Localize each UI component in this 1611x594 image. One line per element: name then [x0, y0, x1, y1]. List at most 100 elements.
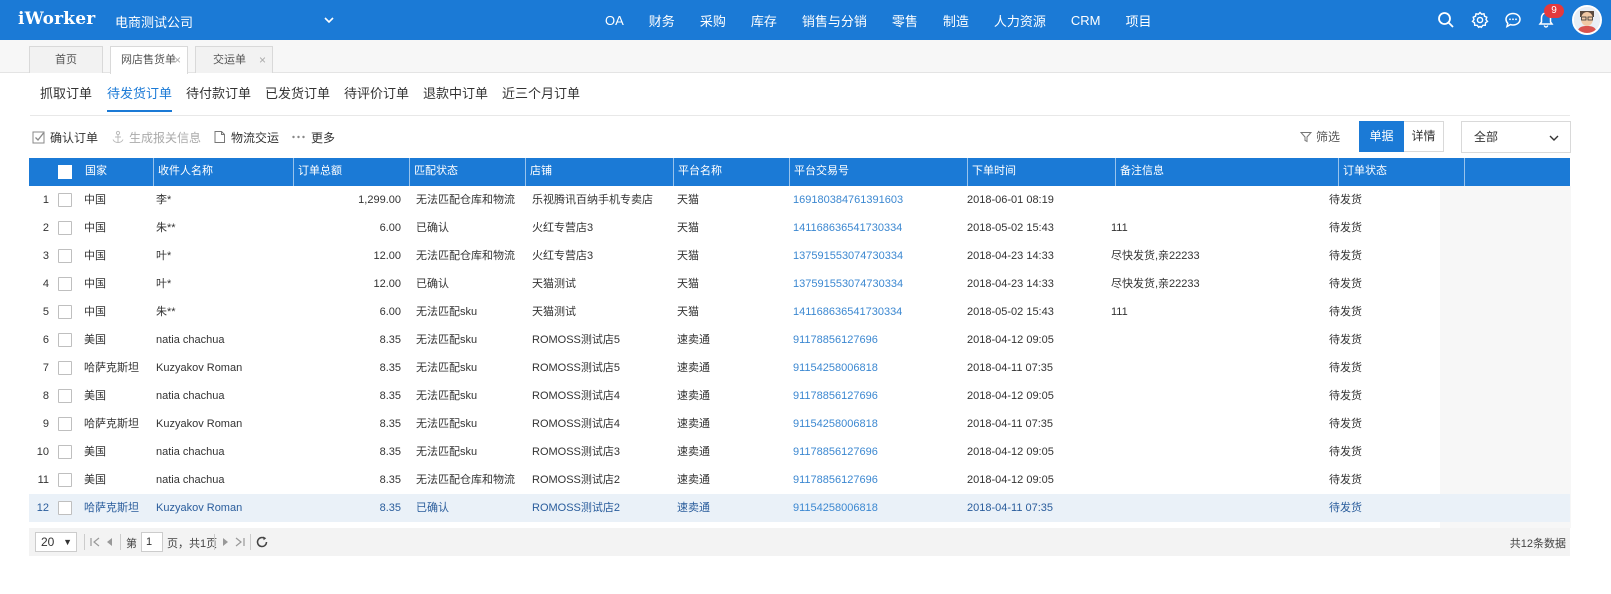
- gear-icon[interactable]: [1471, 11, 1489, 29]
- row-checkbox[interactable]: [58, 361, 72, 375]
- chat-icon[interactable]: [1504, 11, 1522, 29]
- nav-item-oa[interactable]: OA: [605, 13, 624, 28]
- column-header-amount[interactable]: 订单总额: [294, 158, 410, 186]
- cell-platform: 天猫: [677, 278, 699, 290]
- row-checkbox[interactable]: [58, 333, 72, 347]
- avatar[interactable]: [1572, 5, 1602, 35]
- generate-customs-button[interactable]: 生成报关信息: [111, 128, 201, 146]
- cell-order-status: 待发货: [1329, 222, 1362, 234]
- tab-shipped[interactable]: 已发货订单: [265, 83, 330, 102]
- confirm-order-button[interactable]: 确认订单: [32, 128, 98, 146]
- view-detail-toggle[interactable]: 详情: [1404, 121, 1444, 152]
- refresh-icon[interactable]: [255, 535, 269, 549]
- trade-number-link[interactable]: 91154258006818: [793, 354, 967, 382]
- nav-item-hr[interactable]: 人力资源: [994, 11, 1046, 30]
- tab-last-three-months[interactable]: 近三个月订单: [502, 83, 580, 102]
- nav-item-manufacturing[interactable]: 制造: [943, 11, 969, 30]
- row-checkbox[interactable]: [58, 277, 72, 291]
- page-number-input[interactable]: 1: [141, 532, 163, 552]
- company-name[interactable]: 电商测试公司: [115, 12, 193, 31]
- nav-item-purchase[interactable]: 采购: [700, 11, 726, 30]
- cell-match-status: 无法匹配sku: [416, 390, 478, 402]
- cell-recipient: natia chachua: [156, 334, 225, 346]
- first-page-icon[interactable]: [89, 535, 101, 549]
- column-header-platform[interactable]: 平台名称: [674, 158, 790, 186]
- tab-pending-shipment[interactable]: 待发货订单: [107, 83, 173, 112]
- nav-item-crm[interactable]: CRM: [1071, 13, 1101, 28]
- cell-match-status: 无法匹配仓库和物流: [416, 250, 515, 262]
- trade-number-link[interactable]: 169180384761391603: [793, 186, 967, 214]
- previous-page-icon[interactable]: [104, 535, 116, 549]
- column-header-order-status[interactable]: 订单状态: [1339, 158, 1465, 186]
- logistics-shipment-button[interactable]: 物流交运: [213, 128, 279, 146]
- table-row[interactable]: 4 中国 叶* 12.00 已确认 天猫测试 天猫 137591553074730334 201…: [29, 270, 1570, 298]
- column-header-match-status[interactable]: 匹配状态: [410, 158, 526, 186]
- tab-fetch-orders[interactable]: 抓取订单: [40, 83, 92, 102]
- page-tab-online-sales-order[interactable]: 网店售货单 ×: [110, 46, 188, 74]
- trade-number-link[interactable]: 141168636541730334: [793, 214, 967, 242]
- page-size-select[interactable]: 20 ▼: [35, 532, 77, 552]
- trade-number-link[interactable]: 137591553074730334: [793, 242, 967, 270]
- select-all-checkbox[interactable]: [58, 165, 72, 179]
- close-icon[interactable]: ×: [174, 47, 181, 73]
- row-checkbox[interactable]: [58, 417, 72, 431]
- column-header-country[interactable]: 国家: [81, 158, 154, 186]
- table-row[interactable]: 10 美国 natia chachua 8.35 无法匹配sku ROMOSS测试店3 速卖…: [29, 438, 1570, 466]
- tab-pending-payment[interactable]: 待付款订单: [186, 83, 251, 102]
- cell-amount: 8.35: [379, 502, 401, 514]
- table-row[interactable]: 5 中国 朱** 6.00 无法匹配sku 天猫测试 天猫 14116863654173033…: [29, 298, 1570, 326]
- row-checkbox[interactable]: [58, 221, 72, 235]
- column-header-recipient[interactable]: 收件人名称: [154, 158, 294, 186]
- row-checkbox[interactable]: [58, 473, 72, 487]
- table-row[interactable]: 9 哈萨克斯坦 Kuzyakov Roman 8.35 无法匹配sku ROMOSS测试店…: [29, 410, 1570, 438]
- trade-number-link[interactable]: 91178856127696: [793, 438, 967, 466]
- nav-item-finance[interactable]: 财务: [649, 11, 675, 30]
- row-checkbox[interactable]: [58, 389, 72, 403]
- close-icon[interactable]: ×: [259, 47, 266, 73]
- row-checkbox[interactable]: [58, 249, 72, 263]
- column-header-order-time[interactable]: 下单时间: [968, 158, 1116, 186]
- more-actions-button[interactable]: 更多: [291, 128, 335, 146]
- last-page-icon[interactable]: [234, 535, 246, 549]
- nav-item-sales[interactable]: 销售与分销: [802, 11, 867, 30]
- table-row[interactable]: 8 美国 natia chachua 8.35 无法匹配sku ROMOSS测试店4 速卖通…: [29, 382, 1570, 410]
- column-header-shop[interactable]: 店铺: [526, 158, 674, 186]
- table-row[interactable]: 3 中国 叶* 12.00 无法匹配仓库和物流 火红专营店3 天猫 1375915530747…: [29, 242, 1570, 270]
- nav-item-inventory[interactable]: 库存: [751, 11, 777, 30]
- column-header-note[interactable]: 备注信息: [1116, 158, 1339, 186]
- page-tab-label: 交运单: [213, 54, 246, 66]
- view-document-toggle[interactable]: 单据: [1359, 121, 1404, 152]
- app-logo[interactable]: iWorker: [18, 9, 95, 29]
- table-row[interactable]: 2 中国 朱** 6.00 已确认 火红专营店3 天猫 141168636541730334 2…: [29, 214, 1570, 242]
- tab-refunding[interactable]: 退款中订单: [423, 83, 488, 102]
- nav-item-project[interactable]: 项目: [1126, 11, 1152, 30]
- status-select[interactable]: 全部: [1461, 121, 1571, 153]
- search-icon[interactable]: [1437, 11, 1455, 29]
- table-row[interactable]: 6 美国 natia chachua 8.35 无法匹配sku ROMOSS测试店5 速卖通…: [29, 326, 1570, 354]
- trade-number-link[interactable]: 91178856127696: [793, 382, 967, 410]
- trade-number-link[interactable]: 91154258006818: [793, 494, 967, 522]
- cell-order-time: 2018-04-11 07:35: [967, 362, 1054, 374]
- row-checkbox[interactable]: [58, 193, 72, 207]
- trade-number-link[interactable]: 91178856127696: [793, 466, 967, 494]
- trade-number-link[interactable]: 141168636541730334: [793, 298, 967, 326]
- row-checkbox[interactable]: [58, 305, 72, 319]
- tab-pending-review[interactable]: 待评价订单: [344, 83, 409, 102]
- filter-button[interactable]: 筛选: [1300, 128, 1340, 145]
- trade-number-link[interactable]: 91178856127696: [793, 326, 967, 354]
- trade-number-link[interactable]: 91154258006818: [793, 410, 967, 438]
- table-row[interactable]: 12 哈萨克斯坦 Kuzyakov Roman 8.35 已确认 ROMOSS测试店2 速卖…: [29, 494, 1570, 522]
- nav-item-retail[interactable]: 零售: [892, 11, 918, 30]
- row-checkbox[interactable]: [58, 501, 72, 515]
- table-row[interactable]: 1 中国 李* 1,299.00 无法匹配仓库和物流 乐视腾讯百纳手机专卖店 天猫 16918…: [29, 186, 1570, 214]
- table-row[interactable]: 11 美国 natia chachua 8.35 无法匹配仓库和物流 ROMOSS测试店2…: [29, 466, 1570, 494]
- column-header-trade-no[interactable]: 平台交易号: [790, 158, 968, 186]
- table-row[interactable]: 7 哈萨克斯坦 Kuzyakov Roman 8.35 无法匹配sku ROMOSS测试店…: [29, 354, 1570, 382]
- cell-country: 哈萨克斯坦: [84, 362, 139, 374]
- trade-number-link[interactable]: 137591553074730334: [793, 270, 967, 298]
- next-page-icon[interactable]: [219, 535, 231, 549]
- row-checkbox[interactable]: [58, 445, 72, 459]
- chevron-down-icon[interactable]: [322, 13, 336, 27]
- page-tab-shipment[interactable]: 交运单 ×: [195, 46, 273, 73]
- page-tab-home[interactable]: 首页: [29, 46, 103, 73]
